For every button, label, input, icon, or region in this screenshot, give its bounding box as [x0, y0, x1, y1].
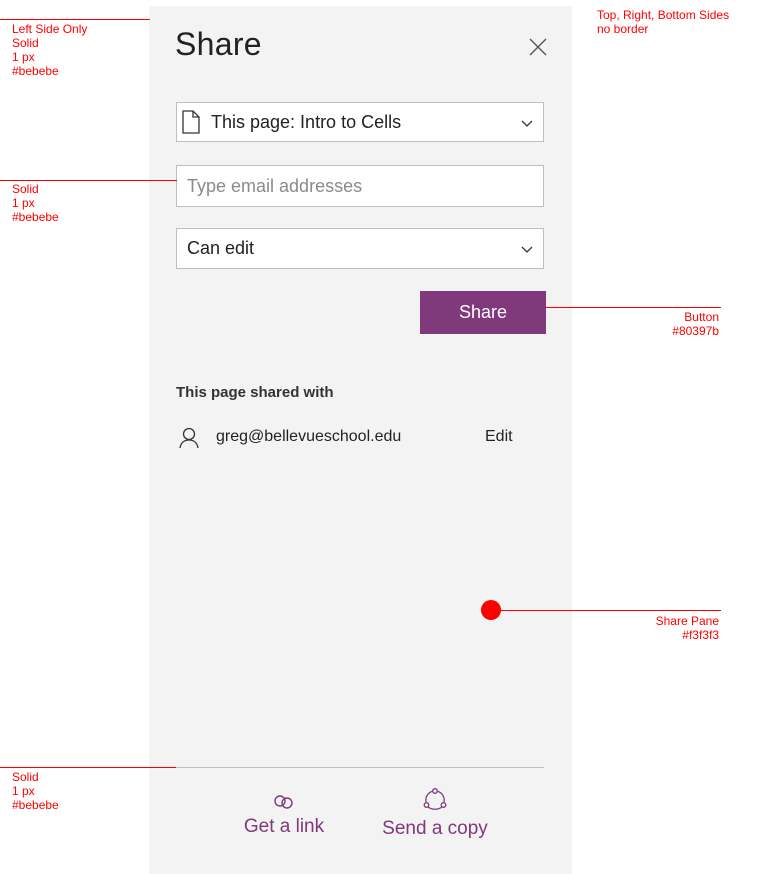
- annotation-divider-border: Solid 1 px #bebebe: [12, 770, 59, 812]
- annotation-email-border: Solid 1 px #bebebe: [12, 182, 59, 224]
- permission-select[interactable]: Can edit: [176, 228, 544, 269]
- person-icon: [179, 427, 199, 449]
- chevron-down-icon: [521, 246, 533, 253]
- page-select[interactable]: This page: Intro to Cells: [176, 102, 544, 142]
- get-link-label: Get a link: [243, 816, 325, 837]
- link-icon: [274, 795, 293, 809]
- chevron-down-icon: [521, 120, 533, 127]
- shared-user-email: greg@bellevueschool.edu: [216, 428, 402, 445]
- send-copy-icon: [423, 788, 447, 810]
- share-button[interactable]: Share: [420, 291, 546, 334]
- annotation-leader-line: [0, 180, 177, 181]
- shared-with-heading: This page shared with: [176, 384, 334, 401]
- annotation-button: Button #80397b: [672, 310, 719, 338]
- document-icon: [182, 110, 200, 134]
- annotation-pane: Share Pane #f3f3f3: [655, 614, 719, 642]
- annotation-leader-line: [0, 767, 176, 768]
- footer-divider: [176, 767, 544, 768]
- get-link-button[interactable]: Get a link: [229, 794, 339, 838]
- pane-title: Share: [175, 26, 262, 62]
- page-select-value: This page: Intro to Cells: [211, 112, 402, 132]
- annotation-no-border: Top, Right, Bottom Sides no border: [597, 8, 730, 36]
- annotation-left-border: Left Side Only Solid 1 px #bebebe: [12, 22, 88, 78]
- close-icon[interactable]: [527, 36, 549, 58]
- annotation-leader-line: [500, 610, 721, 611]
- permission-select-value: Can edit: [187, 238, 255, 258]
- annotation-leader-line: [0, 19, 150, 20]
- send-copy-label: Send a copy: [382, 818, 488, 839]
- email-input[interactable]: [176, 165, 544, 207]
- annotation-leader-line: [546, 307, 721, 308]
- shared-user-permission[interactable]: Edit: [485, 428, 513, 446]
- annotation-dot: [481, 600, 501, 620]
- send-copy-button[interactable]: Send a copy: [377, 788, 493, 840]
- share-pane: Share This page: Intro to Cells Can edit…: [149, 6, 572, 874]
